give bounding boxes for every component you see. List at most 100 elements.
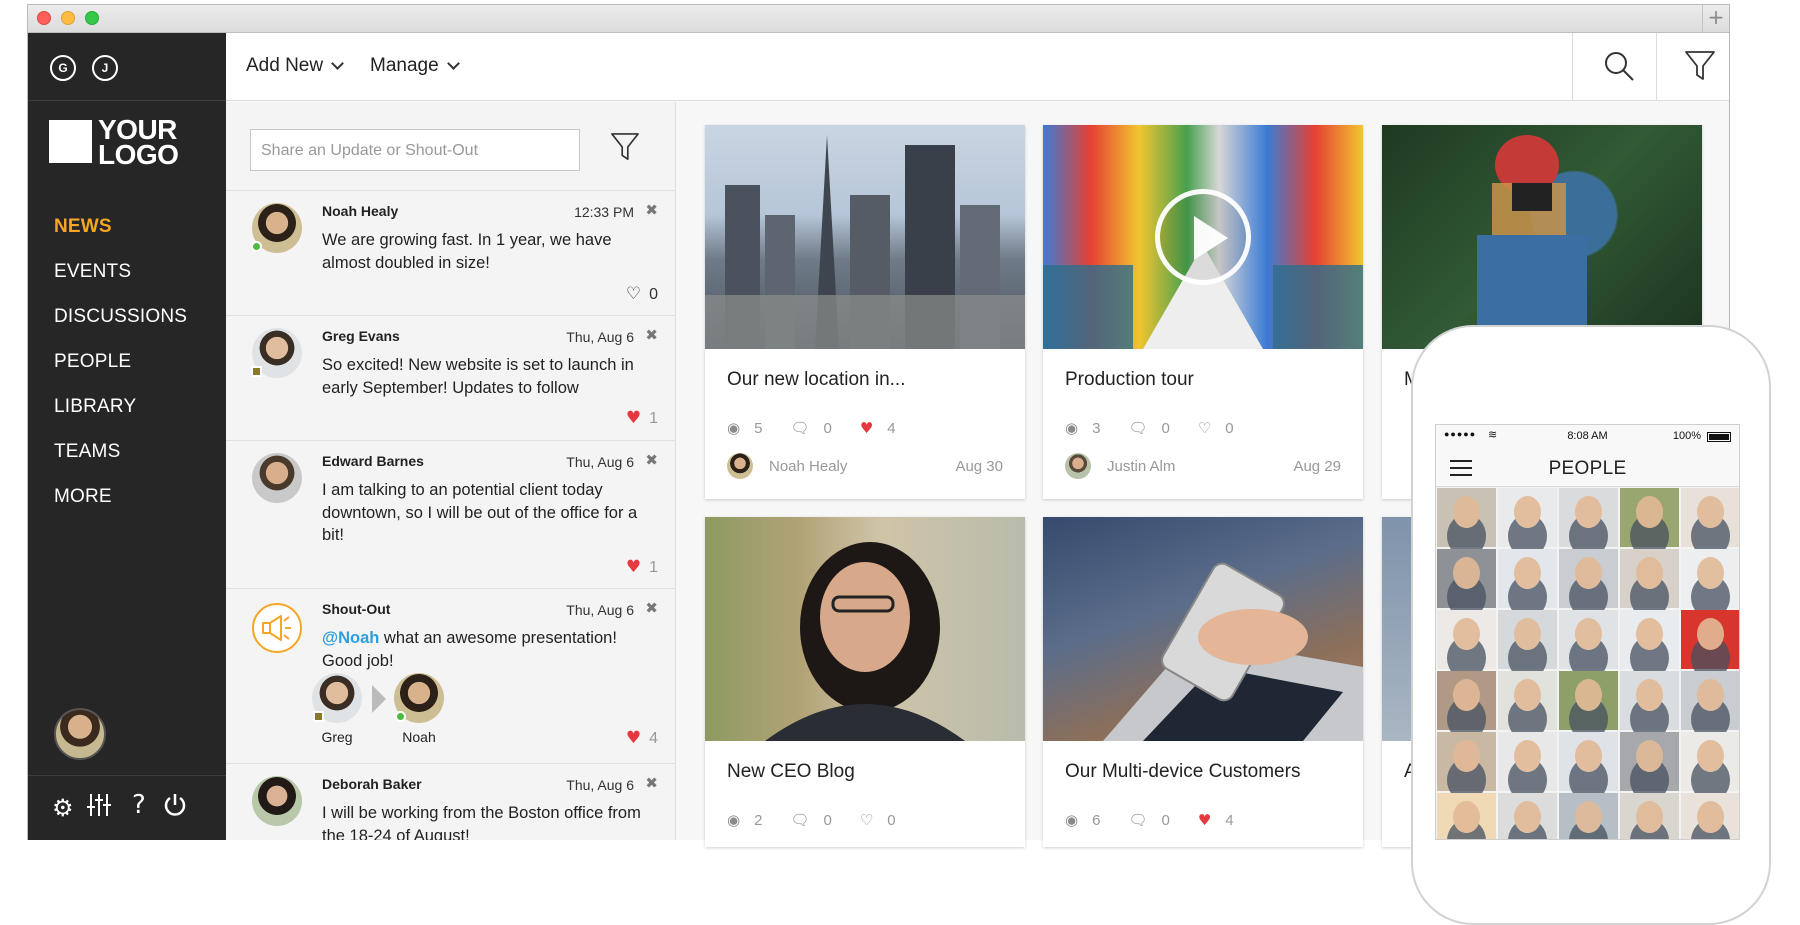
close-window-button[interactable] (37, 11, 51, 25)
new-tab-button[interactable]: + (1702, 5, 1729, 32)
comment-count: 0 (1161, 420, 1170, 437)
heart-outline-icon[interactable]: ♡ (1198, 419, 1211, 437)
card-title[interactable]: Our new location in... (727, 369, 905, 391)
card-title[interactable]: Our Multi-device Customers (1065, 761, 1300, 783)
post-author[interactable]: Greg Evans (322, 328, 400, 344)
maximize-window-button[interactable] (85, 11, 99, 25)
close-icon[interactable]: ✖ (645, 201, 658, 219)
person-photo[interactable] (1437, 549, 1496, 608)
close-icon[interactable]: ✖ (645, 599, 658, 617)
person-photo[interactable] (1437, 610, 1496, 669)
share-update-input[interactable]: Share an Update or Shout-Out (250, 129, 580, 171)
person-photo[interactable] (1559, 549, 1618, 608)
nav-item-teams[interactable]: TEAMS (54, 441, 187, 486)
comment-count: 0 (823, 420, 832, 437)
feed-filter-icon[interactable] (611, 133, 639, 161)
title-bar: + (28, 5, 1729, 33)
card-author[interactable]: Noah Healy (769, 458, 847, 475)
news-card[interactable]: Our new location in... ◉ 5 🗨 0 ♥ 4 Noah Healy… (705, 125, 1025, 499)
person-photo[interactable] (1498, 793, 1557, 839)
nav-item-people[interactable]: PEOPLE (54, 351, 187, 396)
heart-filled-icon[interactable]: ♥ (1198, 811, 1211, 829)
news-card[interactable]: Production tour ◉ 3 🗨 0 ♡ 0 Justin Alm Aug 29 (1043, 125, 1363, 499)
person-photo[interactable] (1681, 793, 1739, 839)
person-photo[interactable] (1620, 549, 1679, 608)
news-card[interactable]: Our Multi-device Customers ◉ 6 🗨 0 ♥ 4 (1043, 517, 1363, 847)
close-icon[interactable]: ✖ (645, 774, 658, 792)
search-button[interactable] (1572, 33, 1664, 100)
person-photo[interactable] (1559, 488, 1618, 547)
play-video-button[interactable] (1155, 189, 1251, 285)
person-photo[interactable] (1498, 671, 1557, 730)
nav-item-discussions[interactable]: DISCUSSIONS (54, 306, 187, 351)
person-photo[interactable] (1559, 610, 1618, 669)
author-avatar[interactable] (1065, 453, 1091, 479)
post-author[interactable]: Edward Barnes (322, 453, 424, 469)
account-g-button[interactable]: G (50, 55, 76, 81)
like-button[interactable]: ♥ 1 (626, 408, 658, 428)
person-photo[interactable] (1620, 732, 1679, 791)
like-button[interactable]: ♡ 0 (626, 284, 658, 304)
comment-count: 0 (823, 812, 832, 829)
post-author[interactable]: Deborah Baker (322, 776, 422, 792)
card-title[interactable]: New CEO Blog (727, 761, 855, 783)
phone-header: PEOPLE (1436, 449, 1739, 487)
person-photo[interactable] (1681, 549, 1739, 608)
account-j-button[interactable]: J (92, 55, 118, 81)
person-photo[interactable] (1681, 488, 1739, 547)
card-author[interactable]: Justin Alm (1107, 458, 1175, 475)
comment-icon[interactable]: 🗨 (790, 811, 809, 829)
manage-label: Manage (370, 55, 439, 76)
person-photo[interactable] (1437, 488, 1496, 547)
person-photo[interactable] (1620, 793, 1679, 839)
person-photo[interactable] (1437, 671, 1496, 730)
sliders-icon[interactable] (86, 792, 112, 824)
filter-button[interactable] (1656, 33, 1729, 100)
comment-icon[interactable]: 🗨 (1128, 811, 1147, 829)
avatar[interactable] (252, 776, 302, 826)
person-photo[interactable] (1559, 732, 1618, 791)
mention-link[interactable]: @Noah (322, 629, 379, 647)
like-button[interactable]: ♥ 1 (626, 557, 658, 577)
post-author[interactable]: Noah Healy (322, 203, 398, 219)
person-photo[interactable] (1498, 732, 1557, 791)
person-photo[interactable] (1620, 488, 1679, 547)
post-time: 12:33 PM (574, 204, 634, 220)
heart-filled-icon[interactable]: ♥ (860, 419, 873, 437)
close-icon[interactable]: ✖ (645, 326, 658, 344)
news-card[interactable]: New CEO Blog ◉ 2 🗨 0 ♡ 0 (705, 517, 1025, 847)
post-time: Thu, Aug 6 (566, 454, 634, 470)
like-button[interactable]: ♥ 4 (626, 728, 658, 748)
avatar[interactable] (252, 453, 302, 503)
person-photo[interactable] (1620, 610, 1679, 669)
comment-icon[interactable]: 🗨 (1128, 419, 1147, 437)
person-photo[interactable] (1681, 671, 1739, 730)
person-photo[interactable] (1437, 732, 1496, 791)
card-title[interactable]: Production tour (1065, 369, 1194, 391)
power-icon[interactable] (162, 792, 188, 824)
gear-icon[interactable]: ⚙ (52, 794, 74, 822)
comment-icon[interactable]: 🗨 (790, 419, 809, 437)
person-photo[interactable] (1559, 671, 1618, 730)
minimize-window-button[interactable] (61, 11, 75, 25)
person-photo[interactable] (1559, 793, 1618, 839)
close-icon[interactable]: ✖ (645, 451, 658, 469)
author-avatar[interactable] (727, 453, 753, 479)
user-avatar[interactable] (54, 708, 106, 760)
person-photo[interactable] (1681, 732, 1739, 791)
nav-item-more[interactable]: MORE (54, 486, 187, 531)
nav-item-events[interactable]: EVENTS (54, 261, 187, 306)
person-photo[interactable] (1620, 671, 1679, 730)
person-photo[interactable] (1437, 793, 1496, 839)
help-icon[interactable]: ? (132, 790, 146, 820)
person-photo[interactable] (1498, 610, 1557, 669)
nav-item-library[interactable]: LIBRARY (54, 396, 187, 441)
filter-icon (1685, 51, 1715, 80)
person-photo[interactable] (1681, 610, 1739, 669)
person-photo[interactable] (1498, 488, 1557, 547)
nav-item-news[interactable]: NEWS (54, 216, 187, 261)
heart-outline-icon[interactable]: ♡ (860, 811, 873, 829)
add-new-menu[interactable]: Add New (246, 55, 344, 77)
person-photo[interactable] (1498, 549, 1557, 608)
manage-menu[interactable]: Manage (370, 55, 460, 77)
